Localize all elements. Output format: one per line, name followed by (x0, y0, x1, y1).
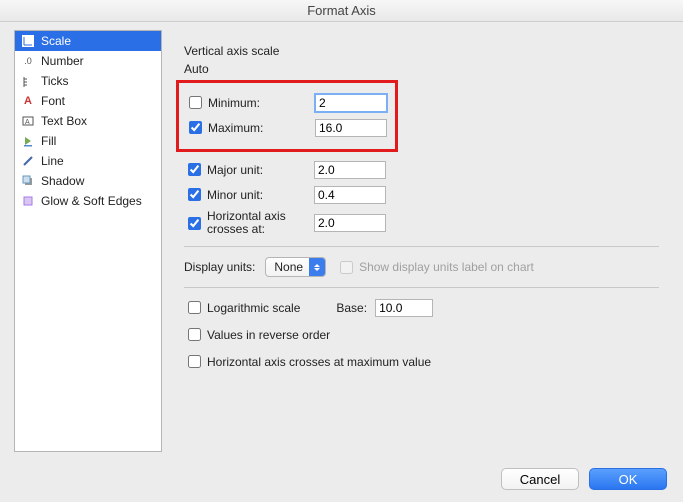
sidebar-item-label: Glow & Soft Edges (41, 194, 142, 208)
minor-unit-row: Minor unit: (184, 185, 659, 204)
glow-icon (21, 194, 35, 208)
sidebar-item-scale[interactable]: Scale (15, 31, 161, 51)
font-icon: A (21, 94, 35, 108)
crosses-at-input[interactable] (314, 214, 386, 232)
sidebar-item-fill[interactable]: Fill (15, 131, 161, 151)
minimum-checkbox[interactable] (189, 96, 202, 109)
sidebar-item-label: Scale (41, 34, 71, 48)
category-sidebar: Scale .0 Number Ticks A Font (14, 30, 162, 452)
crosses-at-row: Horizontal axis crosses at: (184, 210, 659, 236)
crosses-at-checkbox[interactable] (188, 217, 201, 230)
maximum-row: Maximum: (185, 118, 387, 137)
highlight-annotation: Minimum: Maximum: (176, 80, 398, 152)
major-unit-input[interactable] (314, 161, 386, 179)
show-du-label-text: Show display units label on chart (359, 260, 534, 274)
sidebar-item-line[interactable]: Line (15, 151, 161, 171)
window-title: Format Axis (0, 0, 683, 22)
cross-max-row: Horizontal axis crosses at maximum value (184, 352, 659, 371)
scale-icon (21, 34, 35, 48)
sidebar-item-textbox[interactable]: A Text Box (15, 111, 161, 131)
textbox-icon: A (21, 114, 35, 128)
shadow-icon (21, 174, 35, 188)
display-units-value: None (274, 260, 303, 274)
divider-2 (184, 287, 659, 288)
maximum-checkbox[interactable] (189, 121, 202, 134)
sidebar-item-label: Fill (41, 134, 56, 148)
divider (184, 246, 659, 247)
fill-icon (21, 134, 35, 148)
log-scale-row: Logarithmic scale Base: (184, 298, 659, 317)
display-units-row: Display units: None Show display units l… (184, 257, 659, 277)
sidebar-item-number[interactable]: .0 Number (15, 51, 161, 71)
log-scale-checkbox[interactable] (188, 301, 201, 314)
svg-text:A: A (25, 119, 30, 126)
sidebar-item-label: Font (41, 94, 65, 108)
major-unit-row: Major unit: (184, 160, 659, 179)
number-icon: .0 (21, 54, 35, 68)
cancel-button[interactable]: Cancel (501, 468, 579, 490)
ok-button[interactable]: OK (589, 468, 667, 490)
select-arrows-icon (309, 258, 325, 276)
log-base-input[interactable] (375, 299, 433, 317)
log-base-label: Base: (336, 301, 367, 315)
auto-label: Auto (184, 62, 659, 76)
minor-unit-checkbox[interactable] (188, 188, 201, 201)
sidebar-item-glow[interactable]: Glow & Soft Edges (15, 191, 161, 211)
section-title: Vertical axis scale (184, 44, 659, 58)
reverse-order-label: Values in reverse order (207, 328, 330, 342)
sidebar-item-label: Ticks (41, 74, 69, 88)
maximum-label: Maximum: (208, 121, 263, 135)
line-icon (21, 154, 35, 168)
reverse-order-checkbox[interactable] (188, 328, 201, 341)
reverse-order-row: Values in reverse order (184, 325, 659, 344)
crosses-at-label: Horizontal axis crosses at: (207, 210, 297, 236)
show-du-label-checkbox (340, 261, 353, 274)
sidebar-item-label: Text Box (41, 114, 87, 128)
sidebar-item-ticks[interactable]: Ticks (15, 71, 161, 91)
major-unit-checkbox[interactable] (188, 163, 201, 176)
display-units-label: Display units: (184, 260, 255, 274)
minimum-row: Minimum: (185, 93, 387, 112)
sidebar-item-shadow[interactable]: Shadow (15, 171, 161, 191)
sidebar-item-label: Line (41, 154, 64, 168)
minor-unit-input[interactable] (314, 186, 386, 204)
sidebar-item-label: Shadow (41, 174, 84, 188)
sidebar-item-label: Number (41, 54, 84, 68)
dialog-footer: Cancel OK (501, 468, 667, 490)
minor-unit-label: Minor unit: (207, 188, 263, 202)
minimum-input[interactable] (315, 94, 387, 112)
content-area: Scale .0 Number Ticks A Font (14, 30, 669, 452)
sidebar-item-font[interactable]: A Font (15, 91, 161, 111)
cross-max-checkbox[interactable] (188, 355, 201, 368)
format-axis-window: Format Axis Scale .0 Number (0, 0, 683, 502)
major-unit-label: Major unit: (207, 163, 263, 177)
ticks-icon (21, 74, 35, 88)
log-scale-label: Logarithmic scale (207, 301, 300, 315)
cross-max-label: Horizontal axis crosses at maximum value (207, 355, 431, 369)
display-units-select[interactable]: None (265, 257, 326, 277)
maximum-input[interactable] (315, 119, 387, 137)
minimum-label: Minimum: (208, 96, 260, 110)
scale-panel: Vertical axis scale Auto Minimum: Maximu… (162, 30, 669, 452)
